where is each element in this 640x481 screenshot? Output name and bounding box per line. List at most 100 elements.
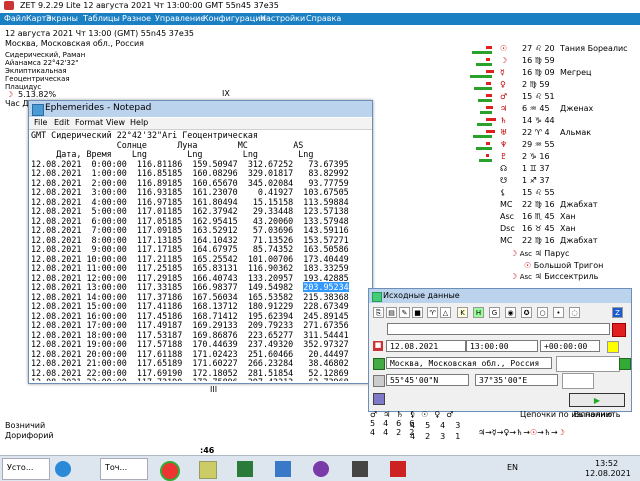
planet-row[interactable]: ☽ 16 ♍ 59 bbox=[462, 56, 640, 68]
tool-zodiac-icon[interactable]: ♈ bbox=[427, 307, 438, 318]
planet-degree: 15 ♌ 51 bbox=[522, 92, 555, 101]
tool-save-icon[interactable]: ■ bbox=[412, 307, 423, 318]
np-menu-help[interactable]: Help bbox=[130, 118, 148, 127]
planet-degree: 29 ♒ 55 bbox=[522, 140, 555, 149]
planet-weakness-bar bbox=[486, 82, 491, 85]
planet-row[interactable]: ♄ 14 ♑ 44 bbox=[462, 116, 640, 128]
planet-row[interactable]: ♇ 2 ♑ 16 bbox=[462, 152, 640, 164]
notepad-titlebar[interactable]: Ephemerides - Notepad bbox=[29, 101, 372, 117]
planet-row[interactable]: ⚸ 15 ♌ 55 bbox=[462, 188, 640, 200]
menu-file[interactable]: Файл bbox=[4, 14, 26, 23]
tool-circle-icon[interactable]: ○ bbox=[537, 307, 548, 318]
tool-globe-icon[interactable]: ◉ bbox=[505, 307, 516, 318]
coords-icon[interactable] bbox=[373, 375, 385, 387]
np-menu-format[interactable]: Format bbox=[75, 118, 103, 127]
np-menu-file[interactable]: File bbox=[34, 118, 47, 127]
notepad-title: Ephemerides - Notepad bbox=[45, 103, 152, 113]
planet-row[interactable]: MC 22 ♍ 16 Джабхат bbox=[462, 236, 640, 248]
planet-row[interactable]: ♂ 15 ♌ 51 bbox=[462, 92, 640, 104]
planet-row[interactable]: ☉ 27 ♌ 20 Тания Бореалис bbox=[462, 44, 640, 56]
terminal-icon[interactable] bbox=[352, 461, 368, 477]
input-data-dialog[interactable]: Исходные данные ⎘ ▤ ✎ ■ ♈ △ K H G ◉ ✪ ○ … bbox=[368, 288, 632, 419]
menu-config[interactable]: Конфигурация bbox=[203, 14, 265, 23]
planet-row[interactable]: Asc 16 ♏ 45 Хан bbox=[462, 212, 640, 224]
run-button[interactable]: ▶ Выполнить bbox=[569, 393, 625, 419]
planet-weakness-bar bbox=[486, 142, 490, 145]
menu-screens[interactable]: Экраны bbox=[46, 14, 78, 23]
excel-icon[interactable] bbox=[237, 461, 253, 477]
location-icon[interactable] bbox=[373, 358, 385, 370]
place-field[interactable]: Москва, Московская обл., Россия bbox=[386, 357, 552, 369]
tool-k-icon[interactable]: K bbox=[457, 307, 468, 318]
tool-edit-icon[interactable]: ✎ bbox=[399, 307, 410, 318]
task-window-2[interactable]: Точ... bbox=[100, 458, 148, 480]
planet-symbol-icon: MC bbox=[500, 236, 513, 245]
planet-degree: 27 ♌ 20 bbox=[522, 44, 555, 53]
name-field[interactable] bbox=[387, 323, 610, 335]
planet-row[interactable]: ☿ 16 ♍ 09 Мегрец bbox=[462, 68, 640, 80]
info-zodiac: Сидерический, Раман bbox=[5, 51, 86, 59]
tool-h-icon[interactable]: H bbox=[473, 307, 484, 318]
planet-symbol-icon: ☽ bbox=[500, 56, 508, 65]
time-field[interactable]: 13:00:00 bbox=[466, 340, 538, 352]
np-menu-edit[interactable]: Edit bbox=[54, 118, 70, 127]
clock-date[interactable]: 12.08.2021 bbox=[585, 469, 631, 478]
planet-row[interactable]: ☋ 1 ♐ 37 bbox=[462, 176, 640, 188]
planet-row[interactable]: ☊ 1 ♊ 37 bbox=[462, 164, 640, 176]
calendar-icon[interactable]: ■ bbox=[373, 341, 383, 351]
tor-icon[interactable] bbox=[313, 461, 329, 477]
tool-z-icon[interactable]: Z bbox=[612, 307, 623, 318]
dialog-titlebar[interactable]: Исходные данные bbox=[369, 289, 631, 303]
clock-time[interactable]: 13:52 bbox=[595, 459, 618, 468]
tool-open-icon[interactable]: ▤ bbox=[386, 307, 397, 318]
latitude-field[interactable]: 55°45'00"N bbox=[386, 374, 469, 386]
planet-row[interactable]: ♅ 22 ♈ 4 Альмак bbox=[462, 128, 640, 140]
planet-row[interactable]: ♃ 6 ♒ 45 Дженах bbox=[462, 104, 640, 116]
language-indicator[interactable]: EN bbox=[507, 463, 518, 472]
tool-dot-icon[interactable]: • bbox=[553, 307, 564, 318]
planet-degree: 2 ♑ 16 bbox=[522, 152, 550, 161]
explorer-icon[interactable] bbox=[199, 461, 217, 479]
tool-g-icon[interactable]: G bbox=[489, 307, 500, 318]
planet-degree: 1 ♊ 37 bbox=[522, 164, 550, 173]
yellow-swatch[interactable] bbox=[607, 341, 619, 353]
longitude-field[interactable]: 37°35'00"E bbox=[475, 374, 558, 386]
menu-settings[interactable]: Настройки bbox=[260, 14, 305, 23]
menu-tables[interactable]: Таблицы bbox=[83, 14, 120, 23]
place-dropdown[interactable] bbox=[556, 356, 620, 372]
timezone-field[interactable]: +00:00:00 bbox=[540, 340, 600, 352]
np-menu-view[interactable]: View bbox=[106, 118, 125, 127]
start-icon[interactable] bbox=[55, 461, 71, 477]
red-color-swatch[interactable] bbox=[612, 323, 626, 337]
notepad-window[interactable]: Ephemerides - Notepad File Edit Format V… bbox=[28, 100, 373, 384]
planet-row[interactable]: MC 22 ♍ 16 Джабхат bbox=[462, 200, 640, 212]
tool-ring-icon[interactable]: ◌ bbox=[569, 307, 580, 318]
planet-row[interactable]: ♀ 2 ♍ 59 bbox=[462, 80, 640, 92]
tool-star-icon[interactable]: ✪ bbox=[521, 307, 532, 318]
moon-phase: 5.13.82% bbox=[18, 90, 57, 99]
selected-text[interactable]: 203.95234 bbox=[303, 282, 349, 292]
planet-weakness-bar bbox=[486, 106, 493, 109]
tool-aspect-icon[interactable]: △ bbox=[440, 307, 451, 318]
green-swatch[interactable] bbox=[619, 358, 631, 370]
planet-symbol-icon: ♀ bbox=[500, 80, 506, 89]
notepad-text-area[interactable]: GMT Сидерический 22°42'32"Ari Геоцентрич… bbox=[31, 131, 369, 381]
chrome-icon[interactable] bbox=[160, 461, 180, 481]
ie-icon[interactable] bbox=[275, 461, 291, 477]
menu-misc[interactable]: Разное bbox=[122, 14, 151, 23]
menu-control[interactable]: Управление bbox=[155, 14, 205, 23]
purple-icon[interactable] bbox=[373, 393, 385, 405]
planet-symbol-icon: ☉ bbox=[500, 44, 508, 53]
planet-symbol-icon: Asc bbox=[500, 212, 515, 221]
planet-row[interactable]: ♆ 29 ♒ 55 bbox=[462, 140, 640, 152]
planet-row[interactable]: Dsc 16 ♉ 45 Хан bbox=[462, 224, 640, 236]
chains-label: Цепочки по изгнанию bbox=[520, 410, 613, 419]
tool-copy-icon[interactable]: ⎘ bbox=[373, 307, 384, 318]
zet-taskbar-icon[interactable] bbox=[390, 461, 406, 477]
menu-help[interactable]: Справка bbox=[306, 14, 341, 23]
coords-extra-field[interactable] bbox=[562, 373, 594, 389]
task-window-1[interactable]: Усто... bbox=[2, 458, 50, 480]
planet-symbol-icon: ♂ bbox=[500, 92, 508, 101]
planet-degree: 14 ♑ 44 bbox=[522, 116, 555, 125]
date-field[interactable]: 12.08.2021 bbox=[386, 340, 466, 352]
